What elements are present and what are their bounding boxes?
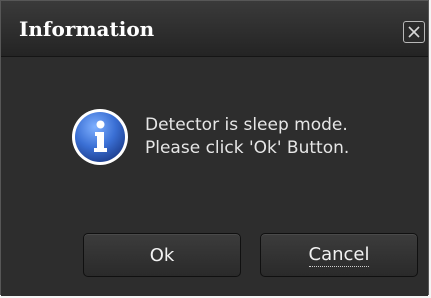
dialog-title: Information bbox=[19, 17, 155, 41]
message-line-2: Please click 'Ok' Button. bbox=[145, 138, 350, 158]
dialog-message: Detector is sleep mode. Please click 'Ok… bbox=[145, 114, 349, 160]
close-button[interactable] bbox=[403, 21, 425, 43]
cancel-button[interactable]: Cancel bbox=[260, 233, 418, 277]
information-dialog: Information Detector is sleep mode. Plea… bbox=[0, 0, 429, 296]
ok-button[interactable]: Ok bbox=[83, 233, 241, 277]
ok-button-label: Ok bbox=[149, 244, 175, 266]
dialog-titlebar: Information bbox=[1, 1, 428, 57]
close-icon bbox=[408, 26, 420, 38]
dialog-content: Detector is sleep mode. Please click 'Ok… bbox=[1, 57, 428, 296]
message-line-1: Detector is sleep mode. bbox=[145, 115, 348, 135]
cancel-button-label: Cancel bbox=[308, 243, 370, 267]
info-icon bbox=[72, 109, 128, 165]
